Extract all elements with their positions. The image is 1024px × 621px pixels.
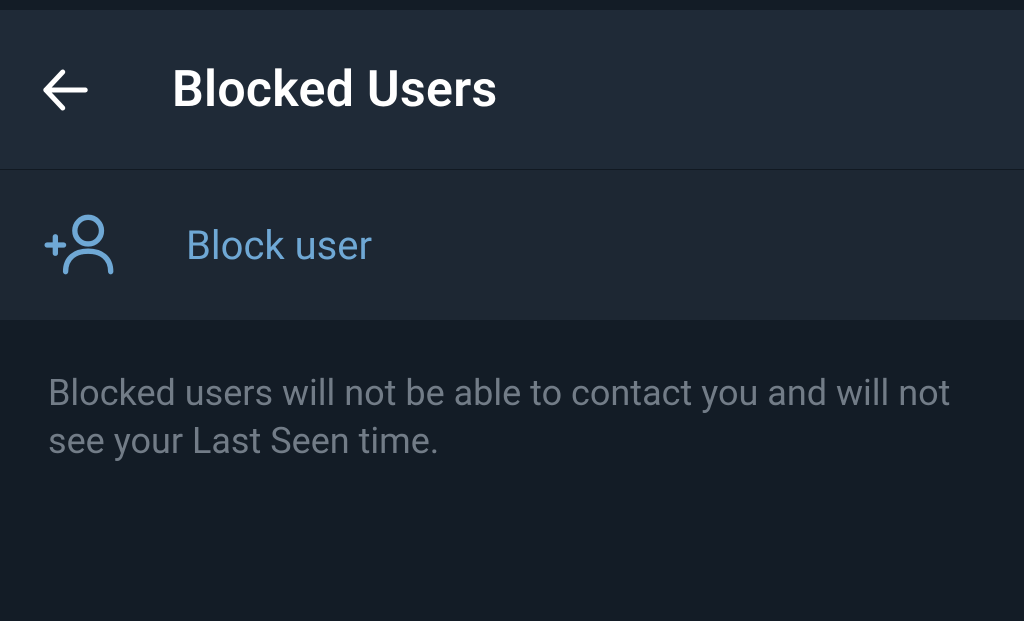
- block-user-label: Block user: [186, 222, 372, 269]
- status-bar: [0, 0, 1024, 10]
- description-text: Blocked users will not be able to contac…: [48, 370, 976, 465]
- block-user-button[interactable]: Block user: [0, 170, 1024, 320]
- add-user-icon: [40, 203, 124, 287]
- back-button[interactable]: [38, 63, 92, 117]
- arrow-left-icon: [38, 63, 92, 117]
- header-bar: Blocked Users: [0, 10, 1024, 170]
- page-title: Blocked Users: [172, 61, 498, 119]
- description-panel: Blocked users will not be able to contac…: [0, 320, 1024, 495]
